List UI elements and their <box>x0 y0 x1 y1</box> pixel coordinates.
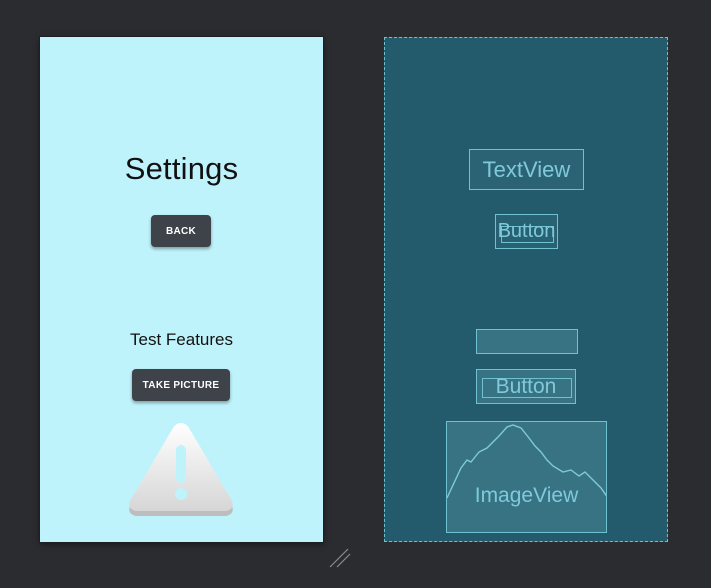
blueprint-imageview[interactable]: ImageView <box>446 421 607 533</box>
blueprint-imageview-label: ImageView <box>474 484 579 507</box>
blueprint-preview: TextView Button Button ImageView <box>384 37 668 542</box>
back-button[interactable]: BACK <box>151 215 211 247</box>
warning-triangle-icon <box>125 419 237 519</box>
blueprint-back-button-label: Button <box>497 220 556 242</box>
blueprint-test-features-textview[interactable] <box>476 329 578 354</box>
take-picture-button[interactable]: TAKE PICTURE <box>132 369 230 401</box>
blueprint-take-picture-button[interactable]: Button <box>476 369 576 404</box>
resize-grip-icon[interactable] <box>328 545 352 569</box>
blueprint-textview-label: TextView <box>482 156 571 182</box>
blueprint-back-button[interactable]: Button <box>495 214 558 249</box>
design-preview: Settings BACK Test Features TAKE PICTURE <box>40 37 323 542</box>
blueprint-textview[interactable]: TextView <box>469 149 584 190</box>
blueprint-take-picture-button-label: Button <box>495 374 557 398</box>
test-features-label: Test Features <box>130 330 233 349</box>
image-placeholder-icon <box>447 424 606 499</box>
settings-title: Settings <box>124 151 239 186</box>
